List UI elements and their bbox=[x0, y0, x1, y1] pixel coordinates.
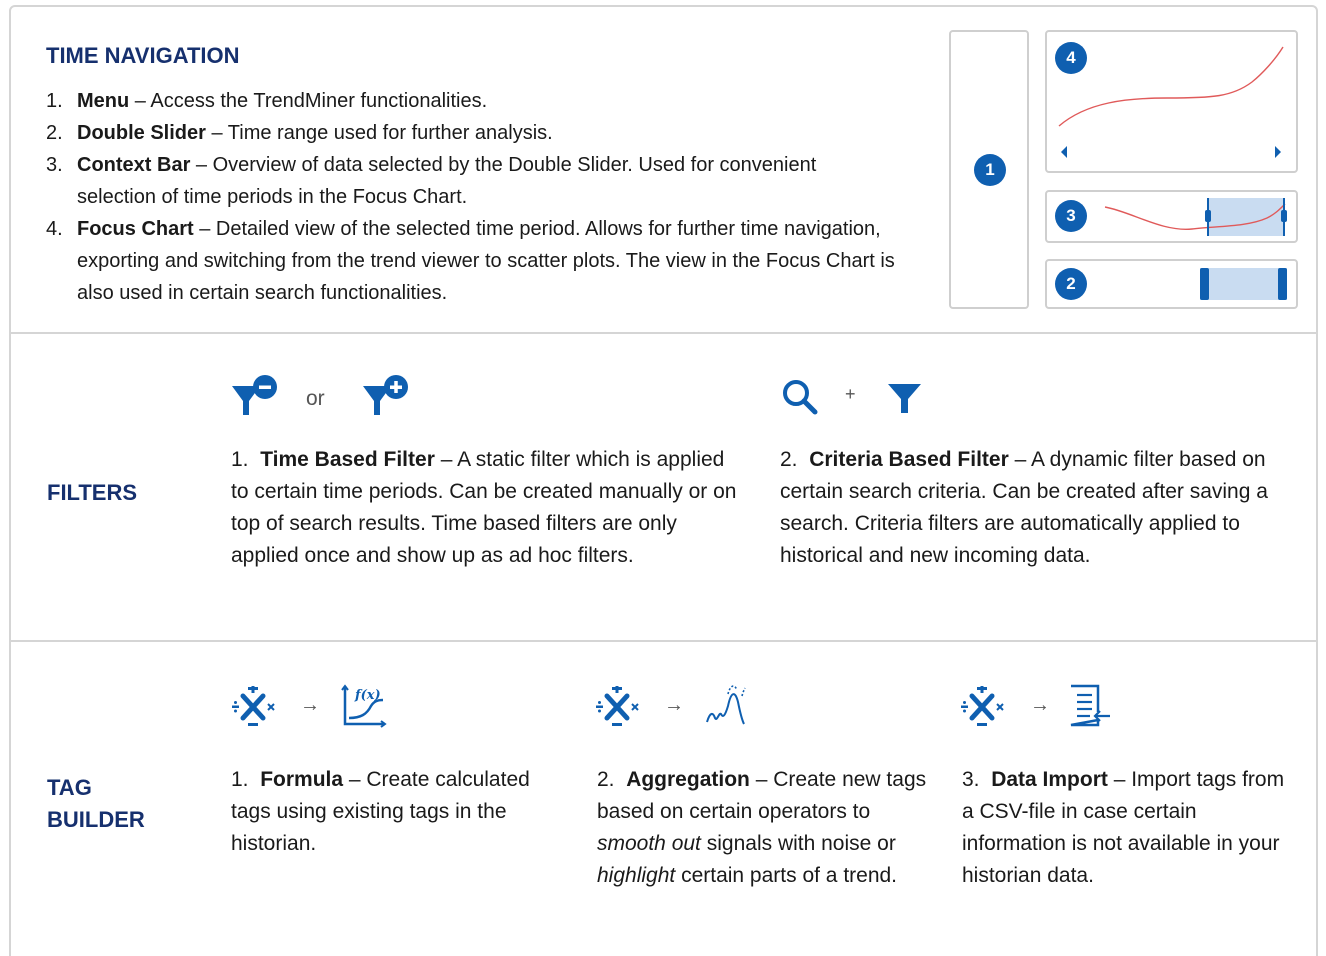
list-term: Context Bar bbox=[77, 154, 191, 176]
list-term: Menu bbox=[77, 90, 130, 112]
plus-label: + bbox=[845, 384, 856, 404]
item-term: Aggregation bbox=[626, 768, 750, 791]
slider-range[interactable] bbox=[1200, 268, 1287, 300]
or-label: or bbox=[306, 387, 325, 410]
list-number: 2. bbox=[46, 122, 63, 144]
item-number: 1. bbox=[231, 768, 249, 791]
list-text: – Access the TrendMiner functionalities. bbox=[129, 90, 488, 112]
aggregation-description: 2. Aggregation – Create new tags based o… bbox=[597, 764, 932, 892]
item-term: Criteria Based Filter bbox=[809, 448, 1009, 471]
list-text: – Time range used for further analysis. bbox=[205, 122, 553, 144]
section-divider bbox=[9, 640, 1318, 642]
menu-panel: 1 bbox=[949, 30, 1029, 309]
search-icon bbox=[783, 380, 818, 415]
item-text: certain parts of a trend. bbox=[675, 864, 898, 887]
aggregation-icon bbox=[706, 685, 746, 725]
filters-heading: FILTERS bbox=[47, 480, 138, 505]
list-item: 3. Context Bar – Overview of data select… bbox=[46, 149, 866, 213]
list-item: 2. Double Slider – Time range used for f… bbox=[46, 117, 916, 149]
arrow-label: → bbox=[300, 694, 320, 716]
operators-icon bbox=[232, 686, 275, 726]
svg-text:f(x): f(x) bbox=[354, 688, 381, 703]
list-term: Double Slider bbox=[77, 122, 206, 144]
filter-plus-icon bbox=[363, 375, 408, 415]
document-import-icon bbox=[1070, 684, 1110, 727]
tag-builder-heading-line1: TAG bbox=[47, 775, 92, 800]
badge-double-slider: 2 bbox=[1055, 268, 1087, 300]
filter-icon bbox=[888, 384, 921, 413]
time-navigation-list: 1. Menu – Access the TrendMiner function… bbox=[46, 85, 916, 309]
item-number: 2. bbox=[597, 768, 615, 791]
focus-chart-panel: 4 bbox=[1045, 30, 1298, 173]
item-number: 2. bbox=[780, 448, 798, 471]
item-number: 1. bbox=[231, 448, 249, 471]
data-import-description: 3. Data Import – Import tags from a CSV-… bbox=[962, 764, 1292, 892]
chevron-right-icon[interactable] bbox=[1273, 145, 1283, 159]
slider-handle-right[interactable] bbox=[1278, 268, 1287, 300]
chevron-left-icon[interactable] bbox=[1059, 145, 1069, 159]
list-term: Focus Chart bbox=[77, 218, 194, 240]
arrow-label: → bbox=[1030, 694, 1050, 716]
tag-builder-heading: TAG BUILDER bbox=[47, 772, 145, 836]
item-emphasis: smooth out bbox=[597, 832, 701, 855]
focus-chart-trend bbox=[1058, 46, 1284, 127]
context-bar-panel: 3 bbox=[1045, 190, 1298, 243]
arrow-label: → bbox=[664, 694, 684, 716]
double-slider-panel: 2 bbox=[1045, 259, 1298, 309]
criteria-based-filter-description: 2. Criteria Based Filter – A dynamic fil… bbox=[780, 444, 1300, 572]
item-text: signals with noise or bbox=[700, 832, 896, 855]
tag-builder-heading-line2: BUILDER bbox=[47, 807, 145, 832]
formula-chart-icon: f(x) bbox=[341, 684, 387, 728]
badge-context-bar: 3 bbox=[1055, 200, 1087, 232]
list-number: 4. bbox=[46, 218, 63, 240]
list-item: 1. Menu – Access the TrendMiner function… bbox=[46, 85, 916, 117]
filter-minus-icon bbox=[232, 375, 277, 415]
badge-menu: 1 bbox=[974, 154, 1006, 186]
time-navigation-heading: TIME NAVIGATION bbox=[46, 43, 240, 68]
slider-handle-left[interactable] bbox=[1200, 268, 1209, 300]
item-term: Formula bbox=[260, 768, 344, 791]
operators-icon bbox=[596, 686, 639, 726]
list-number: 3. bbox=[46, 154, 63, 176]
section-divider bbox=[9, 332, 1318, 334]
operators-icon bbox=[961, 686, 1004, 726]
item-number: 3. bbox=[962, 768, 980, 791]
time-based-filter-description: 1. Time Based Filter – A static filter w… bbox=[231, 444, 741, 572]
list-text: – Detailed view of the selected time per… bbox=[77, 218, 895, 304]
item-emphasis: highlight bbox=[597, 864, 676, 887]
formula-description: 1. Formula – Create calculated tags usin… bbox=[231, 764, 551, 860]
list-number: 1. bbox=[46, 90, 63, 112]
item-term: Data Import bbox=[991, 768, 1108, 791]
list-item: 4. Focus Chart – Detailed view of the se… bbox=[46, 213, 916, 309]
item-term: Time Based Filter bbox=[260, 448, 435, 471]
